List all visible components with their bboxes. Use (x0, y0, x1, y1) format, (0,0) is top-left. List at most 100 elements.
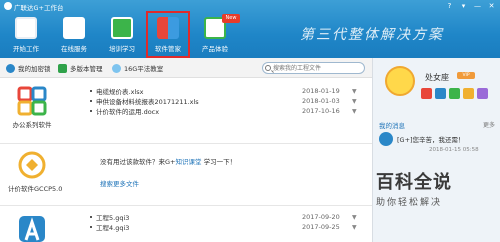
section-divider (0, 143, 372, 144)
classroom-icon (112, 63, 121, 73)
office-suite-icon (17, 86, 47, 116)
file-date: 2017-10-16 (302, 107, 340, 115)
messages-title: 我的消息 (379, 122, 405, 130)
file-name: 申供设备材料统报表20171211.xls (96, 98, 199, 106)
vip-badge: VIP (457, 72, 475, 79)
lock-icon (6, 63, 15, 73)
quantity-software-tile[interactable] (8, 214, 56, 242)
empty-text: 没有用过该款软件？来G+ (100, 158, 176, 166)
username[interactable]: 处女座 (425, 72, 449, 83)
search-box[interactable] (262, 62, 365, 74)
tool-label: 在线服务 (61, 45, 87, 53)
menu-button[interactable]: ▾ (459, 1, 468, 11)
file-name: 工程5.gqi3 (96, 214, 130, 222)
file-row[interactable]: 工程5.gqi3 2017-09-20 ▼ (90, 212, 360, 222)
versions-icon (58, 63, 67, 73)
file-name: 电缆规价表.xlsx (96, 88, 144, 96)
messages-more-link[interactable]: 更多 (483, 120, 495, 129)
coin-icon[interactable] (449, 88, 460, 99)
app-title: 广联达G+工作台 (14, 4, 64, 12)
sub-label: 我的加密锁 (18, 65, 51, 73)
file-name: 工程4.gqi3 (96, 224, 130, 232)
section-pricing: 计价软件GCCP5.0 没有用过该款软件？来G+知识课堂 学习一下！ 搜索更多文… (0, 146, 372, 202)
knowledge-class-link[interactable]: 知识课堂 (175, 158, 201, 166)
expand-arrow-icon[interactable]: ▼ (352, 108, 360, 115)
close-button[interactable]: ✕ (487, 1, 496, 11)
cloud-service-icon (63, 17, 85, 39)
file-list: 电缆规价表.xlsx 2018-01-19 ▼ 申供设备材料统报表2017121… (90, 86, 360, 116)
tool-label: 培训学习 (109, 45, 135, 53)
training-icon (111, 17, 133, 39)
file-row[interactable]: 电缆规价表.xlsx 2018-01-19 ▼ (90, 86, 360, 96)
classroom-link[interactable]: 16G平法教室 (112, 62, 163, 74)
app-grid-icon (157, 17, 179, 39)
file-date: 2017-09-25 (302, 223, 340, 231)
expand-arrow-icon[interactable]: ▼ (352, 98, 360, 105)
gift-icon[interactable] (463, 88, 474, 99)
section-office: 办公系列软件 电缆规价表.xlsx 2018-01-19 ▼ 申供设备材料统报表… (0, 82, 372, 140)
window-controls: ? ▾ — ✕ (445, 1, 496, 11)
watermark-main: 百科全说 (376, 172, 452, 193)
tool-label: 软件管家 (155, 45, 181, 53)
watermark: 百科全说 助你轻松解决 (376, 168, 496, 208)
top-toolbar: 广联达G+工作台 ? ▾ — ✕ 开始工作 在线服务 培训学习 软件管家 产品体… (0, 0, 500, 58)
bullet (90, 226, 92, 228)
message-time: 2018-01-15 05:58 (429, 147, 479, 153)
expand-arrow-icon[interactable]: ▼ (352, 88, 360, 95)
message-sender-icon (379, 132, 393, 146)
bullet (90, 90, 92, 92)
tool-label: 产品体验 (202, 45, 228, 53)
user-shortcuts (421, 88, 488, 99)
watermark-sub: 助你轻松解决 (376, 198, 443, 208)
avatar[interactable] (385, 66, 415, 96)
file-date: 2018-01-03 (302, 97, 340, 105)
file-date: 2018-01-19 (302, 87, 340, 95)
tool-software-manager[interactable]: 软件管家 (146, 11, 190, 58)
file-list: 工程5.gqi3 2017-09-20 ▼ 工程4.gqi3 2017-09-2… (90, 212, 360, 232)
sub-toolbar: 我的加密锁 多版本管理 16G平法教室 (0, 58, 372, 78)
encryption-lock-link[interactable]: 我的加密锁 (6, 62, 51, 74)
expand-arrow-icon[interactable]: ▼ (352, 224, 360, 231)
tool-training[interactable]: 培训学习 (101, 12, 143, 57)
monitor-icon (15, 17, 37, 39)
file-row[interactable]: 计价软件的运用.docx 2017-10-16 ▼ (90, 106, 360, 116)
empty-hint: 没有用过该款软件？来G+知识课堂 学习一下！ (100, 156, 236, 166)
bullet (90, 110, 92, 112)
section-quantity: 工程5.gqi3 2017-09-20 ▼ 工程4.gqi3 2017-09-2… (0, 208, 372, 242)
user-panel: 处女座 VIP 我的消息 更多 [G+]您辛苦，我还需！ 2018-01-15 … (372, 58, 500, 242)
pricing-software-icon (18, 151, 46, 179)
file-row[interactable]: 申供设备材料统报表20171211.xls 2018-01-03 ▼ (90, 96, 360, 106)
empty-suffix: 学习一下！ (203, 158, 237, 166)
sub-label: 多版本管理 (70, 65, 103, 73)
cloud-icon[interactable] (435, 88, 446, 99)
tile-label: 计价软件GCCP5.0 (8, 185, 63, 193)
search-input[interactable] (273, 63, 353, 73)
pricing-software-tile[interactable]: 计价软件GCCP5.0 (8, 150, 63, 193)
slogan: 第三代整体解决方案 (300, 27, 444, 43)
minimize-button[interactable]: — (473, 1, 482, 11)
mail-icon[interactable] (421, 88, 432, 99)
app-logo-icon (4, 2, 12, 10)
search-icon (265, 65, 271, 71)
search-more-link[interactable]: 搜索更多文件 (100, 178, 139, 188)
bullet (90, 216, 92, 218)
quantity-software-icon (19, 216, 45, 242)
sub-label: 16G平法教室 (124, 65, 164, 73)
tool-label: 开始工作 (13, 45, 39, 53)
tool-start-work[interactable]: 开始工作 (5, 12, 47, 57)
tile-label: 办公系列软件 (12, 121, 52, 129)
title-bar: 广联达G+工作台 ? ▾ — ✕ (0, 0, 500, 12)
file-row[interactable]: 工程4.gqi3 2017-09-25 ▼ (90, 222, 360, 232)
office-software-tile[interactable]: 办公系列软件 (8, 86, 56, 129)
version-manager-link[interactable]: 多版本管理 (58, 62, 103, 74)
tool-online-service[interactable]: 在线服务 (53, 12, 95, 57)
new-badge: New (222, 14, 240, 23)
file-date: 2017-09-20 (302, 213, 340, 221)
bullet (90, 100, 92, 102)
section-divider (0, 205, 372, 206)
settings-icon[interactable] (477, 88, 488, 99)
help-button[interactable]: ? (445, 1, 454, 11)
message-text[interactable]: [G+]您辛苦，我还需！ (397, 134, 465, 144)
expand-arrow-icon[interactable]: ▼ (352, 214, 360, 221)
file-name: 计价软件的运用.docx (96, 108, 160, 116)
